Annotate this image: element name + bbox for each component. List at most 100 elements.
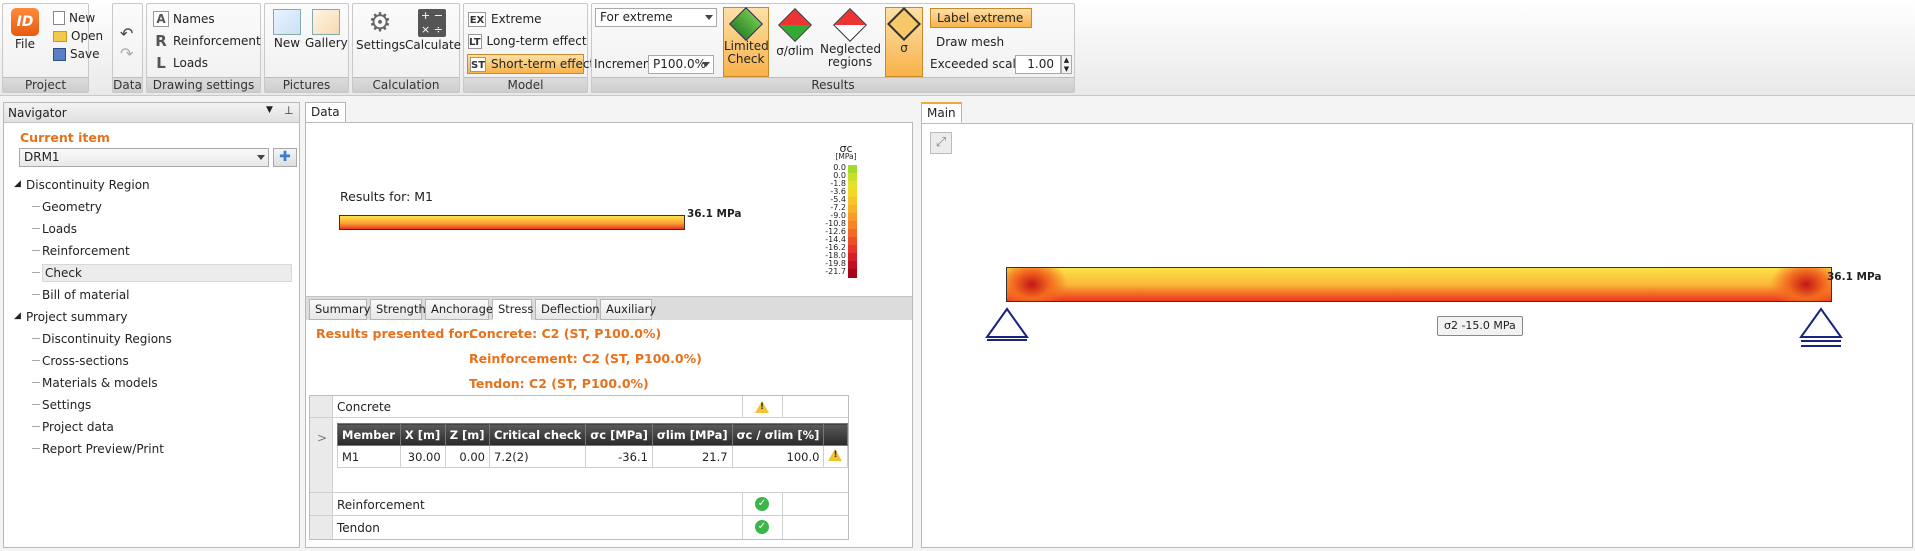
- tree-expand-icon[interactable]: ◢: [14, 179, 21, 189]
- navigator-title: Navigator: [8, 106, 67, 120]
- group-label-project: Project: [3, 77, 88, 92]
- nav-item-report-preview-print[interactable]: Report Preview/Print: [42, 442, 164, 456]
- left-support-icon: [985, 307, 1029, 341]
- column-header[interactable]: Z [m]: [444, 423, 491, 446]
- tab-data[interactable]: Data: [305, 102, 346, 123]
- nav-item-reinforcement[interactable]: Reinforcement: [42, 244, 130, 258]
- reinforcement-icon: R: [155, 32, 167, 50]
- column-header[interactable]: Critical check: [488, 423, 587, 446]
- nav-item-project-summary[interactable]: Project summary: [26, 310, 128, 324]
- cell-z: 0.00: [444, 445, 491, 468]
- calculator-icon: + − × ÷: [418, 9, 446, 37]
- reinforcement-group-row[interactable]: Reinforcement ✓: [310, 492, 848, 517]
- undo-icon[interactable]: ↶: [120, 24, 133, 43]
- calculate-button[interactable]: + − × ÷ Calculate: [405, 9, 461, 52]
- ribbon-group-model: EX Extreme LT Long-term effect ST Short-ter…: [463, 3, 594, 93]
- gallery-button[interactable]: Gallery: [305, 9, 348, 50]
- redo-icon[interactable]: ↷: [120, 44, 133, 63]
- tab-main[interactable]: Main: [921, 102, 962, 123]
- concrete-group-row[interactable]: Concrete: [310, 396, 848, 418]
- scale-stepper[interactable]: ▲ ▼: [1061, 55, 1072, 74]
- short-term-button[interactable]: ST Short-term effect: [467, 54, 594, 74]
- new-picture-icon: [273, 9, 301, 35]
- draw-mesh-button[interactable]: Draw mesh: [936, 32, 1004, 52]
- exceeded-scale-input[interactable]: 1.00: [1015, 55, 1061, 74]
- reinforcement-drawing-button[interactable]: R Reinforcement: [153, 31, 261, 51]
- settings-button[interactable]: ⚙ Settings: [356, 8, 405, 52]
- names-button[interactable]: A Names: [153, 9, 215, 29]
- nav-item-settings[interactable]: Settings: [42, 398, 91, 412]
- current-item-dropdown[interactable]: DRM1: [19, 148, 269, 167]
- limited-check-button[interactable]: Limited Check: [723, 7, 769, 77]
- preview-max-label: 36.1 MPa: [687, 208, 742, 220]
- main-viewport: ⤢ 36.1 MPa σ2 -15.0 MPa: [921, 123, 1913, 548]
- tab-stress[interactable]: Stress: [492, 299, 533, 320]
- new-document-icon: [53, 11, 65, 25]
- chevron-down-icon: [702, 62, 710, 67]
- increment-dropdown[interactable]: P100.0%: [648, 55, 714, 74]
- column-header[interactable]: X [m]: [399, 423, 446, 446]
- limited-check-icon: [729, 7, 763, 41]
- neglected-regions-button[interactable]: Neglected regions: [820, 8, 881, 69]
- tendon-group-row[interactable]: Tendon ✓: [310, 516, 848, 539]
- nav-item-check[interactable]: Check: [42, 264, 292, 282]
- cell-ratio: 100.0: [731, 445, 825, 468]
- tab-anchorage[interactable]: Anchorage: [425, 299, 493, 320]
- navigator-menu-icon[interactable]: ▼: [266, 105, 273, 115]
- ribbon-group-project: ID File New Open Save Project: [2, 3, 103, 93]
- new-picture-button[interactable]: New: [269, 9, 305, 50]
- table-row[interactable]: M1 30.00 0.00 7.2(2) -36.1 21.7 100.0: [337, 445, 848, 468]
- beam-result-view[interactable]: [1006, 267, 1832, 302]
- gear-icon: ⚙: [368, 8, 392, 38]
- save-button[interactable]: Save: [53, 44, 99, 64]
- extreme-dropdown[interactable]: For extreme: [595, 8, 717, 27]
- nav-item-discontinuity-region[interactable]: Discontinuity Region: [26, 178, 150, 192]
- sigma-button[interactable]: σ: [885, 7, 923, 77]
- extreme-button[interactable]: EX Extreme: [468, 9, 583, 29]
- open-button[interactable]: Open: [53, 26, 103, 46]
- nav-item-materials-models[interactable]: Materials & models: [42, 376, 158, 390]
- new-project-button[interactable]: New: [53, 8, 95, 28]
- gallery-icon: [312, 9, 340, 35]
- long-term-button[interactable]: LT Long-term effect: [468, 31, 587, 51]
- sigma-ratio-button[interactable]: σ/σlim: [773, 8, 817, 58]
- group-label-pictures: Pictures: [265, 77, 348, 92]
- column-header[interactable]: σlim [MPa]: [651, 423, 733, 446]
- extreme-icon: EX: [468, 11, 486, 27]
- sigma-ratio-icon: [778, 8, 812, 42]
- tab-deflection[interactable]: Deflection: [535, 299, 600, 320]
- tab-strength[interactable]: Strength: [370, 299, 426, 320]
- nav-item-geometry[interactable]: Geometry: [42, 200, 102, 214]
- nav-item-loads[interactable]: Loads: [42, 222, 77, 236]
- tab-summary[interactable]: Summary: [309, 299, 371, 320]
- short-term-icon: ST: [470, 56, 487, 72]
- nav-item-bill-of-material[interactable]: Bill of material: [42, 288, 130, 302]
- group-label-results: Results: [592, 77, 1074, 92]
- tab-auxiliary[interactable]: Auxiliary: [600, 299, 656, 320]
- expander-icon[interactable]: >: [317, 431, 327, 445]
- loads-drawing-button[interactable]: L Loads: [153, 53, 208, 73]
- cell-member: M1: [337, 445, 401, 468]
- app-logo-icon: ID: [11, 8, 39, 36]
- tree-expand-icon[interactable]: ◢: [14, 311, 21, 321]
- cell-x: 30.00: [399, 445, 446, 468]
- nav-item-discontinuity-regions[interactable]: Discontinuity Regions: [42, 332, 172, 346]
- column-header[interactable]: Member: [337, 423, 401, 446]
- label-extreme-button[interactable]: Label extreme: [930, 8, 1032, 28]
- data-panel: Results for: M1 36.1 MPa σc [MPa] 0.0 0.0…: [305, 122, 913, 548]
- pin-icon[interactable]: ⊥: [284, 104, 294, 117]
- zoom-extents-icon[interactable]: ⤢: [930, 132, 952, 154]
- nav-item-project-data[interactable]: Project data: [42, 420, 114, 434]
- ribbon: ID File New Open Save Project ↶ ↷ Data A…: [0, 0, 1915, 96]
- sigma-value-badge: σ2 -15.0 MPa: [1437, 316, 1523, 336]
- reinforcement-ok-icon: ✓: [755, 497, 769, 511]
- column-header[interactable]: σc [MPa]: [585, 423, 653, 446]
- navigator-panel: Navigator ▼ ⊥ Current item DRM1 ✚ Discon…: [3, 102, 300, 548]
- concrete-detail-table: Member X [m] Z [m] Critical check σc [MPa] σl…: [337, 423, 848, 468]
- column-header[interactable]: σc / σlim [%]: [731, 423, 825, 446]
- file-button[interactable]: ID File: [8, 8, 42, 51]
- add-item-button[interactable]: ✚: [273, 148, 297, 167]
- results-grid: Concrete > MemberX [m]Z [m]Critical chec…: [309, 395, 849, 540]
- nav-item-cross-sections[interactable]: Cross-sections: [42, 354, 129, 368]
- sigma-icon: [887, 7, 921, 41]
